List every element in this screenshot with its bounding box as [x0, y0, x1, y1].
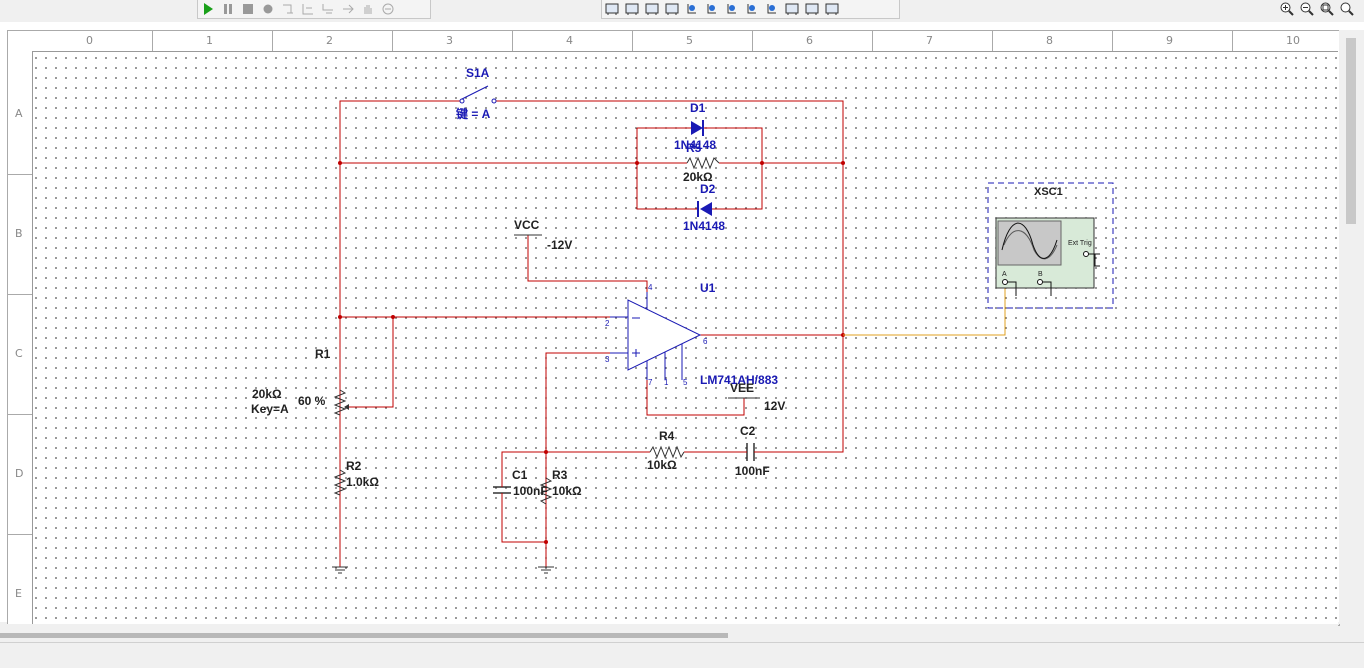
- u1-pin-4: 4: [648, 283, 653, 292]
- c2-name: C2: [740, 424, 756, 438]
- vcc-name: VCC: [514, 218, 540, 232]
- vertical-scroll-thumb[interactable]: [1346, 38, 1356, 224]
- horizontal-scrollbar[interactable]: [0, 624, 1338, 642]
- resistor-r2[interactable]: R2 1.0kΩ: [333, 459, 379, 496]
- r4-value: 10kΩ: [647, 458, 677, 472]
- d2-model: 1N4148: [683, 219, 725, 233]
- diode-d2[interactable]: D2 1N4148: [683, 182, 725, 233]
- c2-value: 100nF: [735, 464, 770, 478]
- r1-setting: 60 %: [298, 394, 326, 408]
- ext-trig-label: Ext Trig: [1068, 240, 1092, 247]
- u1-pin-7: 7: [648, 378, 653, 387]
- r1-value: 20kΩ: [252, 387, 282, 401]
- wires: [339, 100, 844, 567]
- potentiometer-r1[interactable]: R1 20kΩ Key=A 60 %: [251, 347, 349, 416]
- r1-name: R1: [315, 347, 331, 361]
- u1-pin-1: 1: [664, 378, 669, 387]
- channel-b-label: B: [1038, 271, 1043, 278]
- d1-name: D1: [690, 101, 706, 115]
- s1a-key: 键 = A: [455, 106, 491, 121]
- switch-s1a[interactable]: S1A 键 = A: [455, 66, 497, 121]
- probe-wire: [843, 287, 1006, 336]
- r5-name: R5: [686, 141, 702, 155]
- status-bar: [0, 642, 1364, 668]
- ext-trig-terminal[interactable]: [1083, 251, 1089, 257]
- oscilloscope-xsc1[interactable]: XSC1 Ext Trig A B: [987, 182, 1114, 309]
- capacitor-c1[interactable]: C1 100nF: [493, 468, 548, 498]
- c1-value: 100nF: [513, 484, 548, 498]
- ground-symbols: [332, 566, 554, 574]
- s1a-name: S1A: [466, 66, 490, 80]
- channel-b-terminal[interactable]: [1037, 279, 1043, 285]
- schematic-drawing: S1A 键 = A D1 1N4148 R5 20kΩ D2 1N4148 VC…: [251, 66, 1114, 574]
- r1-key: Key=A: [251, 402, 289, 416]
- vee-name: VEE: [730, 381, 754, 395]
- r2-name: R2: [346, 459, 362, 473]
- scope-screen: [997, 220, 1062, 266]
- u1-name: U1: [700, 281, 716, 295]
- horizontal-scroll-thumb[interactable]: [0, 633, 728, 638]
- c1-name: C1: [512, 468, 528, 482]
- vee-value: 12V: [764, 399, 785, 413]
- vertical-scrollbar[interactable]: [1339, 30, 1364, 624]
- d2-name: D2: [700, 182, 716, 196]
- r2-value: 1.0kΩ: [346, 475, 379, 489]
- u1-pin-6: 6: [703, 337, 708, 346]
- r4-name: R4: [659, 429, 675, 443]
- r3-name: R3: [552, 468, 568, 482]
- capacitor-c2[interactable]: C2 100nF: [735, 424, 770, 478]
- channel-a-label: A: [1002, 271, 1007, 278]
- ground-icon: [332, 566, 348, 574]
- vcc-source[interactable]: VCC -12V: [514, 218, 572, 252]
- u1-pin-5: 5: [683, 378, 688, 387]
- resistor-r4[interactable]: R4 10kΩ: [647, 429, 685, 472]
- xsc1-name: XSC1: [1034, 186, 1063, 198]
- u1-pin-2: 2: [605, 319, 610, 328]
- channel-a-terminal[interactable]: [1002, 279, 1008, 285]
- opamp-u1[interactable]: U1 LM741AH/883 2 3 4 6 7 1 5: [605, 281, 778, 387]
- vcc-value: -12V: [547, 238, 572, 252]
- ground-icon: [538, 566, 554, 574]
- u1-pin-3: 3: [605, 355, 610, 364]
- r3-value: 10kΩ: [552, 484, 582, 498]
